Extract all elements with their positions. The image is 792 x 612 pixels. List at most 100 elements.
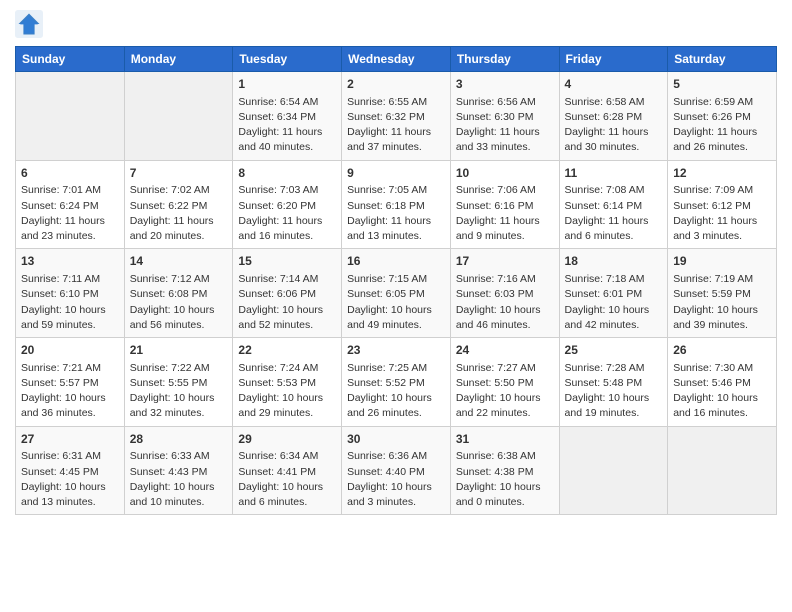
day-number: 21: [130, 342, 228, 359]
day-info: Sunrise: 7:12 AM Sunset: 6:08 PM Dayligh…: [130, 272, 228, 333]
calendar-week-row: 27Sunrise: 6:31 AM Sunset: 4:45 PM Dayli…: [16, 426, 777, 515]
day-info: Sunrise: 7:30 AM Sunset: 5:46 PM Dayligh…: [673, 361, 771, 422]
calendar-day-cell: 4 Sunrise: 6:58 AM Sunset: 6:28 PM Daylig…: [559, 72, 668, 161]
calendar-week-row: 1Sunrise: 6:54 AM Sunset: 6:34 PM Daylig…: [16, 72, 777, 161]
day-info: Sunrise: 7:16 AM Sunset: 6:03 PM Dayligh…: [456, 272, 554, 333]
day-number: 2: [347, 76, 445, 93]
day-info: Sunrise: 7:15 AM Sunset: 6:05 PM Dayligh…: [347, 272, 445, 333]
calendar-day-cell: 19 Sunrise: 7:19 AM Sunset: 5:59 PM Dayli…: [668, 249, 777, 338]
day-info: Sunrise: 7:11 AM Sunset: 6:10 PM Dayligh…: [21, 272, 119, 333]
calendar-day-cell: 30Sunrise: 6:36 AM Sunset: 4:40 PM Dayli…: [342, 426, 451, 515]
calendar-day-cell: 20 Sunrise: 7:21 AM Sunset: 5:57 PM Dayli…: [16, 338, 125, 427]
calendar-day-cell: 7Sunrise: 7:02 AM Sunset: 6:22 PM Daylig…: [124, 160, 233, 249]
day-number: 28: [130, 431, 228, 448]
calendar-day-cell: 27Sunrise: 6:31 AM Sunset: 4:45 PM Dayli…: [16, 426, 125, 515]
calendar-day-cell: 26 Sunrise: 7:30 AM Sunset: 5:46 PM Dayli…: [668, 338, 777, 427]
calendar-day-cell: [559, 426, 668, 515]
day-number: 19: [673, 253, 771, 270]
day-number: 1: [238, 76, 336, 93]
calendar-day-cell: 10Sunrise: 7:06 AM Sunset: 6:16 PM Dayli…: [450, 160, 559, 249]
day-info: Sunrise: 6:59 AM Sunset: 6:26 PM Dayligh…: [673, 95, 771, 156]
calendar-day-cell: 18Sunrise: 7:18 AM Sunset: 6:01 PM Dayli…: [559, 249, 668, 338]
day-number: 7: [130, 165, 228, 182]
logo-icon: [15, 10, 43, 38]
day-info: Sunrise: 7:21 AM Sunset: 5:57 PM Dayligh…: [21, 361, 119, 422]
day-number: 15: [238, 253, 336, 270]
page-container: SundayMondayTuesdayWednesdayThursdayFrid…: [0, 0, 792, 525]
day-of-week-header: Tuesday: [233, 47, 342, 72]
day-info: Sunrise: 7:22 AM Sunset: 5:55 PM Dayligh…: [130, 361, 228, 422]
calendar-day-cell: 14Sunrise: 7:12 AM Sunset: 6:08 PM Dayli…: [124, 249, 233, 338]
calendar-week-row: 13 Sunrise: 7:11 AM Sunset: 6:10 PM Dayli…: [16, 249, 777, 338]
day-number: 8: [238, 165, 336, 182]
calendar-table: SundayMondayTuesdayWednesdayThursdayFrid…: [15, 46, 777, 515]
day-number: 4: [565, 76, 663, 93]
calendar-day-cell: 12Sunrise: 7:09 AM Sunset: 6:12 PM Dayli…: [668, 160, 777, 249]
calendar-day-cell: 13 Sunrise: 7:11 AM Sunset: 6:10 PM Dayli…: [16, 249, 125, 338]
day-of-week-header: Friday: [559, 47, 668, 72]
day-info: Sunrise: 6:36 AM Sunset: 4:40 PM Dayligh…: [347, 449, 445, 510]
day-number: 10: [456, 165, 554, 182]
day-number: 13: [21, 253, 119, 270]
day-info: Sunrise: 7:25 AM Sunset: 5:52 PM Dayligh…: [347, 361, 445, 422]
day-number: 12: [673, 165, 771, 182]
day-number: 31: [456, 431, 554, 448]
day-number: 17: [456, 253, 554, 270]
calendar-day-cell: 29Sunrise: 6:34 AM Sunset: 4:41 PM Dayli…: [233, 426, 342, 515]
day-number: 26: [673, 342, 771, 359]
day-info: Sunrise: 6:58 AM Sunset: 6:28 PM Dayligh…: [565, 95, 663, 156]
calendar-day-cell: 16 Sunrise: 7:15 AM Sunset: 6:05 PM Dayli…: [342, 249, 451, 338]
day-info: Sunrise: 7:19 AM Sunset: 5:59 PM Dayligh…: [673, 272, 771, 333]
calendar-day-cell: 17 Sunrise: 7:16 AM Sunset: 6:03 PM Dayli…: [450, 249, 559, 338]
day-number: 24: [456, 342, 554, 359]
day-info: Sunrise: 7:05 AM Sunset: 6:18 PM Dayligh…: [347, 183, 445, 244]
day-number: 3: [456, 76, 554, 93]
day-number: 6: [21, 165, 119, 182]
calendar-day-cell: 6Sunrise: 7:01 AM Sunset: 6:24 PM Daylig…: [16, 160, 125, 249]
calendar-day-cell: 5Sunrise: 6:59 AM Sunset: 6:26 PM Daylig…: [668, 72, 777, 161]
day-info: Sunrise: 7:28 AM Sunset: 5:48 PM Dayligh…: [565, 361, 663, 422]
day-info: Sunrise: 7:06 AM Sunset: 6:16 PM Dayligh…: [456, 183, 554, 244]
calendar-day-cell: 15 Sunrise: 7:14 AM Sunset: 6:06 PM Dayli…: [233, 249, 342, 338]
day-number: 29: [238, 431, 336, 448]
day-info: Sunrise: 6:31 AM Sunset: 4:45 PM Dayligh…: [21, 449, 119, 510]
calendar-day-cell: [668, 426, 777, 515]
day-number: 27: [21, 431, 119, 448]
calendar-day-cell: 1Sunrise: 6:54 AM Sunset: 6:34 PM Daylig…: [233, 72, 342, 161]
day-number: 25: [565, 342, 663, 359]
day-info: Sunrise: 6:33 AM Sunset: 4:43 PM Dayligh…: [130, 449, 228, 510]
calendar-day-cell: 21 Sunrise: 7:22 AM Sunset: 5:55 PM Dayli…: [124, 338, 233, 427]
calendar-day-cell: 24 Sunrise: 7:27 AM Sunset: 5:50 PM Dayli…: [450, 338, 559, 427]
calendar-day-cell: 3 Sunrise: 6:56 AM Sunset: 6:30 PM Daylig…: [450, 72, 559, 161]
calendar-day-cell: [124, 72, 233, 161]
calendar-day-cell: 22Sunrise: 7:24 AM Sunset: 5:53 PM Dayli…: [233, 338, 342, 427]
day-of-week-header: Saturday: [668, 47, 777, 72]
day-of-week-header: Thursday: [450, 47, 559, 72]
day-of-week-header: Monday: [124, 47, 233, 72]
day-info: Sunrise: 7:08 AM Sunset: 6:14 PM Dayligh…: [565, 183, 663, 244]
logo: [15, 10, 47, 38]
day-info: Sunrise: 7:03 AM Sunset: 6:20 PM Dayligh…: [238, 183, 336, 244]
day-number: 16: [347, 253, 445, 270]
day-info: Sunrise: 7:01 AM Sunset: 6:24 PM Dayligh…: [21, 183, 119, 244]
calendar-day-cell: 23Sunrise: 7:25 AM Sunset: 5:52 PM Dayli…: [342, 338, 451, 427]
day-of-week-header: Sunday: [16, 47, 125, 72]
day-info: Sunrise: 7:27 AM Sunset: 5:50 PM Dayligh…: [456, 361, 554, 422]
day-info: Sunrise: 6:56 AM Sunset: 6:30 PM Dayligh…: [456, 95, 554, 156]
day-info: Sunrise: 6:34 AM Sunset: 4:41 PM Dayligh…: [238, 449, 336, 510]
calendar-week-row: 6Sunrise: 7:01 AM Sunset: 6:24 PM Daylig…: [16, 160, 777, 249]
day-info: Sunrise: 6:38 AM Sunset: 4:38 PM Dayligh…: [456, 449, 554, 510]
calendar-day-cell: 2 Sunrise: 6:55 AM Sunset: 6:32 PM Daylig…: [342, 72, 451, 161]
day-info: Sunrise: 7:14 AM Sunset: 6:06 PM Dayligh…: [238, 272, 336, 333]
calendar-body: 1Sunrise: 6:54 AM Sunset: 6:34 PM Daylig…: [16, 72, 777, 515]
day-info: Sunrise: 7:09 AM Sunset: 6:12 PM Dayligh…: [673, 183, 771, 244]
header: [15, 10, 777, 38]
day-info: Sunrise: 6:55 AM Sunset: 6:32 PM Dayligh…: [347, 95, 445, 156]
day-info: Sunrise: 7:02 AM Sunset: 6:22 PM Dayligh…: [130, 183, 228, 244]
header-row: SundayMondayTuesdayWednesdayThursdayFrid…: [16, 47, 777, 72]
day-info: Sunrise: 7:24 AM Sunset: 5:53 PM Dayligh…: [238, 361, 336, 422]
day-number: 30: [347, 431, 445, 448]
day-number: 20: [21, 342, 119, 359]
calendar-day-cell: 8Sunrise: 7:03 AM Sunset: 6:20 PM Daylig…: [233, 160, 342, 249]
calendar-day-cell: 11Sunrise: 7:08 AM Sunset: 6:14 PM Dayli…: [559, 160, 668, 249]
